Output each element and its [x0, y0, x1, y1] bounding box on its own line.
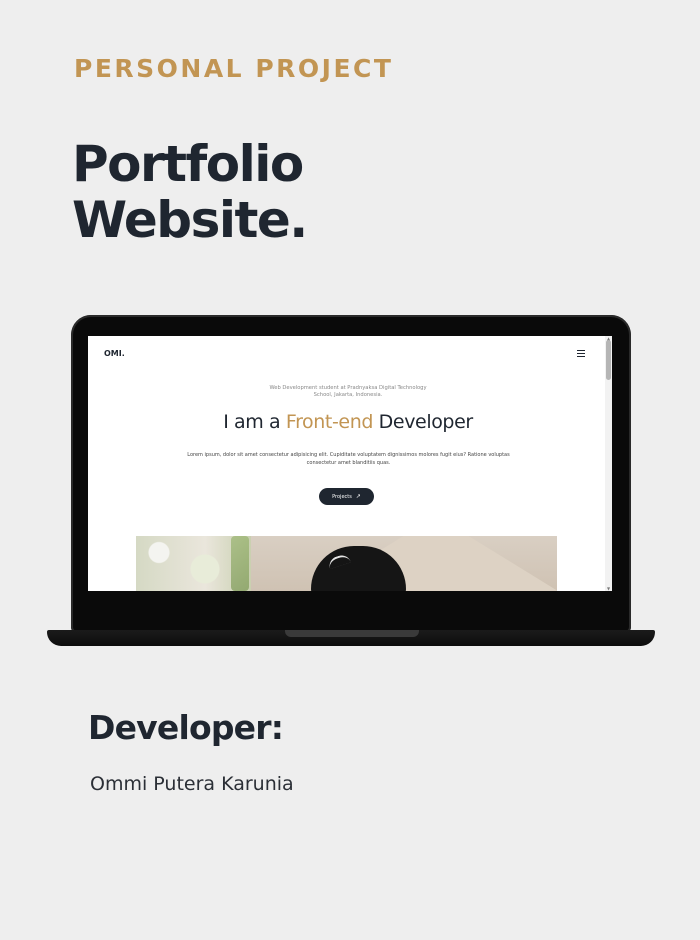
page-title: Portfolio Website.: [72, 135, 308, 249]
site-subtitle-line-1: Web Development student at Pradnyaksa Di…: [269, 385, 427, 391]
arrow-up-right-icon: ↗: [355, 493, 361, 500]
scrollbar[interactable]: ▲ ▼: [605, 336, 612, 591]
site-description: Lorem ipsum, dolor sit amet consectetur …: [187, 452, 510, 466]
site-heading: I am a Front-end Developer: [148, 411, 548, 433]
developer-name: Ommi Putera Karunia: [90, 773, 294, 795]
hero-photo: [136, 536, 557, 591]
site-heading-accent: Front-end: [285, 411, 374, 433]
title-line-2: Website.: [72, 191, 308, 249]
site-subtitle-line-2: School, Jakarta, Indonesia.: [313, 392, 383, 398]
laptop-screen: OMI. Web Development student at Pradnyak…: [88, 336, 612, 591]
photo-plant: [231, 536, 249, 591]
projects-button-label: Projects: [332, 493, 352, 500]
site-heading-prefix: I am a: [223, 411, 286, 433]
site-heading-suffix: Developer: [373, 411, 474, 433]
scroll-thumb[interactable]: [606, 340, 611, 380]
site-logo[interactable]: OMI.: [104, 349, 125, 358]
laptop-notch: [285, 630, 419, 637]
hamburger-menu-icon[interactable]: [577, 350, 585, 357]
title-line-1: Portfolio: [72, 135, 304, 193]
eyebrow-label: PERSONAL PROJECT: [74, 54, 394, 83]
developer-label: Developer:: [88, 708, 284, 747]
projects-button[interactable]: Projects ↗: [319, 488, 374, 505]
site-subtitle: Web Development student at Pradnyaksa Di…: [238, 385, 458, 399]
scroll-down-icon[interactable]: ▼: [605, 586, 612, 591]
